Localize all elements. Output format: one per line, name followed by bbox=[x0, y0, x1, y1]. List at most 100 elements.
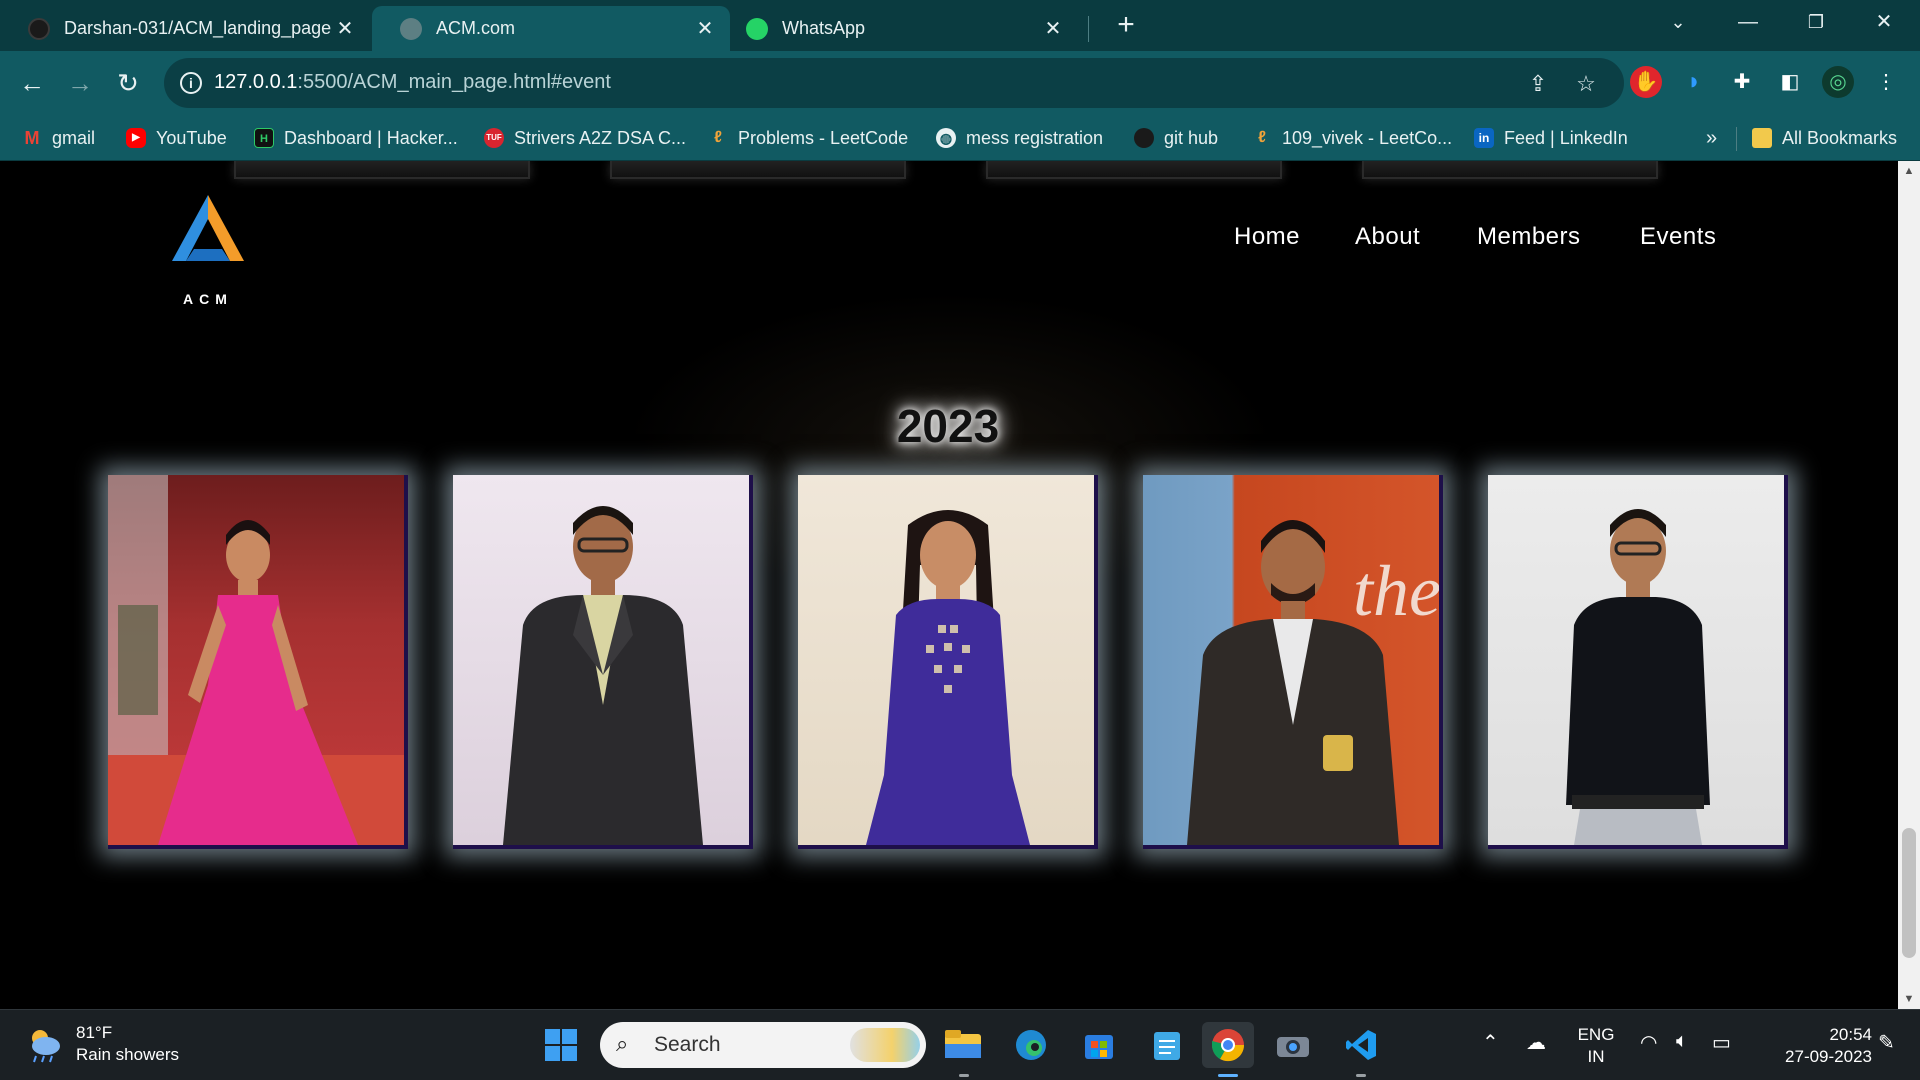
member-card[interactable] bbox=[798, 475, 1098, 849]
svg-text:the: the bbox=[1353, 551, 1439, 631]
rain-cloud-icon bbox=[24, 1024, 64, 1064]
acm-logo-icon bbox=[172, 195, 244, 261]
address-bar[interactable]: i 127.0.0.1:5500/ACM_main_page.html#even… bbox=[164, 58, 1624, 108]
scrollbar-thumb[interactable] bbox=[1902, 828, 1916, 958]
scroll-up-icon[interactable]: ▲ bbox=[1898, 161, 1920, 181]
member-card[interactable] bbox=[453, 475, 753, 849]
linkedin-icon: in bbox=[1474, 128, 1494, 148]
url-text[interactable]: 127.0.0.1:5500/ACM_main_page.html#event bbox=[214, 71, 611, 94]
weather-description: Rain showers bbox=[76, 1045, 179, 1064]
language-indicator[interactable]: ENG IN bbox=[1568, 1024, 1624, 1068]
bookmark-leetcode[interactable]: ℓ Problems - LeetCode bbox=[708, 125, 908, 151]
nav-events[interactable]: Events bbox=[1640, 223, 1716, 251]
logo-text: ACM bbox=[183, 291, 233, 307]
acm-logo[interactable]: ACM bbox=[168, 189, 248, 307]
bookmark-leetcode-profile[interactable]: ℓ 109_vivek - LeetCo... bbox=[1252, 125, 1452, 151]
notifications-icon[interactable]: ✎ bbox=[1878, 1030, 1895, 1055]
region-code: IN bbox=[1587, 1047, 1605, 1066]
bookmark-mess-registration[interactable]: ◍ mess registration bbox=[936, 125, 1103, 151]
forward-icon[interactable]: → bbox=[62, 65, 98, 101]
year-heading: 2023 bbox=[896, 400, 1000, 452]
minimize-icon[interactable]: — bbox=[1714, 0, 1782, 44]
file-explorer-icon[interactable] bbox=[940, 1022, 986, 1068]
tab-whatsapp[interactable]: WhatsApp ✕ bbox=[732, 6, 1078, 51]
previous-section-image bbox=[610, 161, 906, 179]
member-card[interactable] bbox=[108, 475, 408, 849]
previous-section-image bbox=[1362, 161, 1658, 179]
bookmark-github[interactable]: git hub bbox=[1134, 125, 1218, 151]
clock[interactable]: 20:54 27-09-2023 bbox=[1752, 1024, 1872, 1068]
bookmark-striver[interactable]: TUF Strivers A2Z DSA C... bbox=[484, 125, 686, 151]
tuf-icon: TUF bbox=[484, 128, 504, 148]
leetcode-icon: ℓ bbox=[1258, 129, 1266, 146]
person-pink-dress bbox=[108, 475, 404, 845]
extension-wave-icon[interactable]: ◗ bbox=[1678, 66, 1710, 98]
tab-acm[interactable]: ACM.com ✕ bbox=[372, 6, 730, 51]
page-viewport: ACM Home About Members Events 2023 the bbox=[0, 161, 1898, 1009]
close-icon[interactable]: ✕ bbox=[694, 16, 716, 41]
tab-title: Darshan-031/ACM_landing_page bbox=[64, 18, 332, 38]
tab-search-icon[interactable]: ⌄ bbox=[1644, 0, 1712, 44]
bookmark-label: YouTube bbox=[156, 127, 227, 148]
new-tab-button[interactable]: + bbox=[1108, 8, 1144, 44]
member-card[interactable] bbox=[1488, 475, 1788, 849]
tab-separator bbox=[1088, 16, 1089, 42]
member-photo: the bbox=[1143, 475, 1439, 845]
reload-icon[interactable]: ↻ bbox=[110, 65, 146, 101]
menu-kebab-icon[interactable]: ⋮ bbox=[1870, 66, 1902, 98]
clock-date: 27-09-2023 bbox=[1785, 1047, 1872, 1066]
restore-icon[interactable]: ❐ bbox=[1782, 0, 1850, 44]
side-panel-icon[interactable]: ◧ bbox=[1774, 66, 1806, 98]
bookmark-hackerrank[interactable]: H Dashboard | Hacker... bbox=[254, 125, 458, 151]
member-card[interactable]: the bbox=[1143, 475, 1443, 849]
site-info-icon[interactable]: i bbox=[180, 72, 202, 94]
wifi-icon[interactable]: ◠ bbox=[1640, 1030, 1657, 1055]
weather-widget[interactable]: 81°F Rain showers bbox=[24, 1022, 179, 1066]
page-scrollbar[interactable]: ▲ ▼ bbox=[1898, 161, 1920, 1009]
share-icon[interactable]: ⇪ bbox=[1522, 68, 1554, 100]
search-icon: ⌕ bbox=[616, 1031, 629, 1056]
bookmark-label: 109_vivek - LeetCo... bbox=[1282, 127, 1453, 148]
member-photo bbox=[453, 475, 749, 845]
battery-icon[interactable]: ▭ bbox=[1712, 1030, 1731, 1055]
camera-icon[interactable] bbox=[1270, 1022, 1316, 1068]
bookmarks-overflow-button[interactable]: » bbox=[1706, 125, 1717, 151]
bookmark-label: mess registration bbox=[966, 127, 1104, 148]
notepad-icon[interactable] bbox=[1144, 1022, 1190, 1068]
bookmark-gmail[interactable]: Mgmail bbox=[22, 125, 96, 151]
close-icon[interactable]: ✕ bbox=[334, 16, 356, 41]
nav-home[interactable]: Home bbox=[1234, 223, 1300, 251]
back-icon[interactable]: ← bbox=[14, 65, 50, 101]
nav-about[interactable]: About bbox=[1355, 223, 1420, 251]
bookmark-star-icon[interactable]: ☆ bbox=[1570, 68, 1602, 100]
search-placeholder: Search bbox=[654, 1033, 721, 1056]
previous-section-image bbox=[234, 161, 530, 179]
bookmark-linkedin[interactable]: in Feed | LinkedIn bbox=[1474, 125, 1628, 151]
vscode-icon[interactable] bbox=[1338, 1022, 1384, 1068]
tab-github[interactable]: Darshan-031/ACM_landing_page ✕ bbox=[0, 6, 370, 51]
windows-start-icon[interactable] bbox=[538, 1022, 584, 1068]
previous-section-image bbox=[986, 161, 1282, 179]
onedrive-icon[interactable]: ☁ bbox=[1526, 1030, 1546, 1055]
bookmark-youtube[interactable]: ▶ YouTube bbox=[126, 125, 227, 151]
close-icon[interactable]: ✕ bbox=[1042, 16, 1064, 41]
url-host: 127.0.0.1 bbox=[214, 71, 298, 93]
weather-temperature: 81°F bbox=[76, 1023, 113, 1042]
taskbar-search[interactable]: ⌕ Search bbox=[600, 1022, 926, 1068]
running-indicator bbox=[959, 1074, 969, 1077]
all-bookmarks-button[interactable]: All Bookmarks bbox=[1752, 125, 1897, 151]
scroll-down-icon[interactable]: ▼ bbox=[1898, 989, 1920, 1009]
window-close-icon[interactable]: ✕ bbox=[1850, 0, 1918, 44]
edge-icon[interactable] bbox=[1008, 1022, 1054, 1068]
volume-icon[interactable]: 🔈︎ bbox=[1676, 1030, 1688, 1053]
bookmark-label: Dashboard | Hacker... bbox=[284, 127, 458, 148]
tray-overflow-icon[interactable]: ⌃ bbox=[1482, 1030, 1499, 1055]
microsoft-store-icon[interactable] bbox=[1076, 1022, 1122, 1068]
extensions-puzzle-icon[interactable]: ✚ bbox=[1726, 66, 1758, 98]
profile-avatar[interactable]: ◎ bbox=[1822, 66, 1854, 98]
running-indicator bbox=[1356, 1074, 1366, 1077]
nav-members[interactable]: Members bbox=[1477, 223, 1581, 251]
bookmark-separator bbox=[1736, 127, 1737, 151]
chrome-icon[interactable] bbox=[1202, 1022, 1254, 1068]
adblock-extension-icon[interactable]: ✋ bbox=[1630, 66, 1662, 98]
